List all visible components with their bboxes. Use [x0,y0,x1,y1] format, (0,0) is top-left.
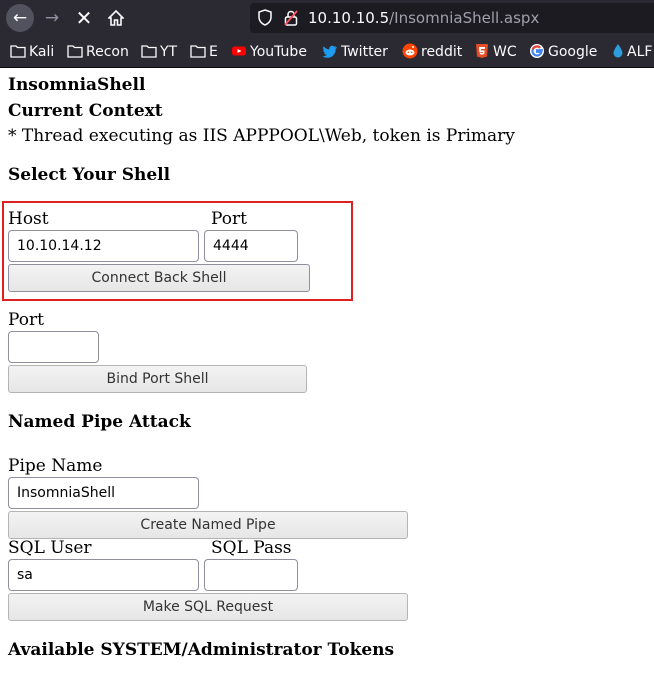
tokens-heading: Available SYSTEM/Administrator Tokens [8,640,395,660]
arrow-left-icon: ← [12,8,28,28]
bookmark-label: reddit [421,44,463,60]
page-title: InsomniaShell [8,75,146,95]
bind-port-shell-button[interactable]: Bind Port Shell [8,365,307,393]
home-button[interactable] [102,4,130,32]
folder-icon [190,45,206,58]
bookmark-twitter[interactable]: Twitter [322,43,388,61]
host-label: Host [8,209,49,229]
close-icon: ✕ [75,6,93,30]
youtube-icon [232,46,246,56]
insecure-lock-icon[interactable] [284,10,298,26]
bookmark-kali[interactable]: Kali [10,43,54,61]
browser-toolbar: ← → ✕ 10.10.10.5/InsomniaShell.aspx [0,0,654,36]
sql-user-input[interactable]: sa [8,559,199,591]
bookmark-yt[interactable]: YT [141,43,177,61]
pipe-name-label: Pipe Name [8,456,103,476]
bookmark-label: WC [493,44,517,60]
bookmark-alf[interactable]: ALF [612,43,652,61]
port-label: Port [211,209,247,229]
bookmark-label: ALF [627,44,653,60]
make-sql-request-button[interactable]: Make SQL Request [8,593,408,621]
sql-pass-input[interactable] [204,559,298,591]
folder-icon [141,45,157,58]
sql-user-label: SQL User [8,538,92,558]
context-text: * Thread executing as IIS APPPOOL\Web, t… [8,126,515,146]
bookmark-youtube[interactable]: YouTube [231,43,307,61]
bookmark-label: Kali [29,44,55,60]
bookmarks-toolbar: Kali Recon YT E YouTube Twitter reddit W… [0,36,654,68]
bookmark-label: E [209,44,218,60]
bookmark-label: YT [160,44,178,60]
connect-back-shell-button[interactable]: Connect Back Shell [8,264,310,292]
reddit-icon [402,43,418,59]
bookmark-e[interactable]: E [190,43,218,61]
url-text: 10.10.10.5/InsomniaShell.aspx [308,9,539,27]
bookmark-reddit[interactable]: reddit [402,43,462,61]
sql-pass-label: SQL Pass [211,538,292,558]
url-path: /InsomniaShell.aspx [389,9,540,27]
bookmark-recon[interactable]: Recon [67,43,129,61]
bookmark-label: Twitter [341,44,388,60]
host-input[interactable]: 10.10.14.12 [8,230,199,262]
bookmark-google[interactable]: Google [529,43,597,61]
back-button[interactable]: ← [6,4,34,32]
folder-icon [67,45,83,58]
folder-icon [10,45,26,58]
url-host: 10.10.10.5 [308,9,390,27]
context-heading: Current Context [8,101,163,121]
pipe-heading: Named Pipe Attack [8,412,191,432]
forward-button[interactable]: → [38,4,66,32]
drop-icon [613,44,623,58]
html5-icon [476,44,488,58]
bookmark-label: Recon [86,44,129,60]
pipe-name-input[interactable]: InsomniaShell [8,477,199,509]
bind-port-label: Port [8,310,44,330]
shield-icon[interactable] [258,9,272,26]
bookmark-label: Google [548,44,598,60]
bookmark-label: YouTube [250,44,307,60]
bookmark-wc[interactable]: WC [474,43,517,61]
create-named-pipe-button[interactable]: Create Named Pipe [8,511,408,539]
bind-port-input[interactable] [8,331,99,363]
page-content: InsomniaShell Current Context * Thread e… [0,68,654,678]
google-icon [530,44,544,58]
twitter-icon [322,45,337,58]
address-bar[interactable]: 10.10.10.5/InsomniaShell.aspx [250,3,654,33]
port-input[interactable]: 4444 [204,230,298,262]
arrow-right-icon: → [44,8,60,28]
shell-heading: Select Your Shell [8,165,171,185]
home-icon [107,9,125,26]
stop-button[interactable]: ✕ [70,4,98,32]
